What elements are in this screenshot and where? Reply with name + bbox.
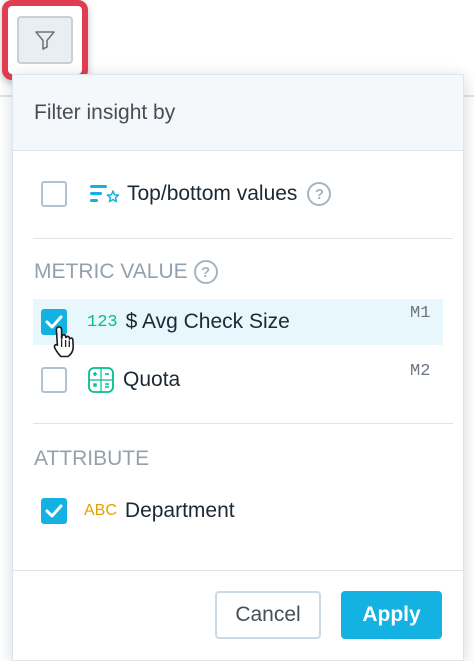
topbottom-label: Top/bottom values: [127, 182, 298, 205]
numeric-type-icon: 123: [87, 312, 118, 332]
section-divider: [33, 423, 453, 424]
calculated-metric-icon: [88, 367, 114, 393]
panel-footer: Cancel Apply: [13, 570, 463, 660]
filter-panel: Filter insight by Top/bottom values ? ME…: [12, 74, 464, 661]
attribute-section-title: ATTRIBUTE: [34, 447, 149, 471]
help-icon[interactable]: ?: [193, 260, 218, 284]
metric-item[interactable]: Quota: [33, 358, 443, 402]
metric-tag: M2: [410, 362, 431, 381]
metric-tag: M1: [410, 304, 431, 323]
panel-header: Filter insight by: [13, 75, 463, 151]
help-icon[interactable]: ?: [307, 182, 332, 206]
apply-button[interactable]: Apply: [341, 591, 442, 639]
topbottom-option[interactable]: Top/bottom values ?: [33, 172, 443, 216]
attribute-section-label: ATTRIBUTE: [34, 447, 150, 470]
filter-funnel-icon: [35, 31, 55, 50]
attribute-checkbox[interactable]: [41, 498, 67, 524]
section-divider: [33, 238, 453, 239]
highlight-frame: [2, 0, 88, 80]
metric-label: $ Avg Check Size: [125, 310, 290, 333]
cancel-button[interactable]: Cancel: [215, 591, 321, 639]
attribute-label: Department: [124, 499, 235, 522]
metric-section-label: METRIC VALUE: [34, 260, 188, 283]
panel-title: Filter insight by: [34, 101, 176, 124]
metric-item[interactable]: 123 $ Avg Check Size: [33, 299, 443, 345]
ranking-icon: [90, 185, 120, 203]
page: Filter insight by Top/bottom values ? ME…: [0, 0, 474, 661]
hand-pointer-icon: [53, 326, 75, 358]
text-type-icon: ABC: [84, 502, 117, 519]
attribute-item[interactable]: ABC Department: [33, 489, 443, 533]
checkmark-icon: [45, 504, 63, 518]
metric-label: Quota: [123, 368, 181, 391]
topbottom-checkbox[interactable]: [41, 181, 67, 207]
metric-section-title: METRIC VALUE ?: [34, 260, 218, 284]
filter-button[interactable]: [17, 16, 73, 64]
metric-checkbox[interactable]: [41, 367, 67, 393]
